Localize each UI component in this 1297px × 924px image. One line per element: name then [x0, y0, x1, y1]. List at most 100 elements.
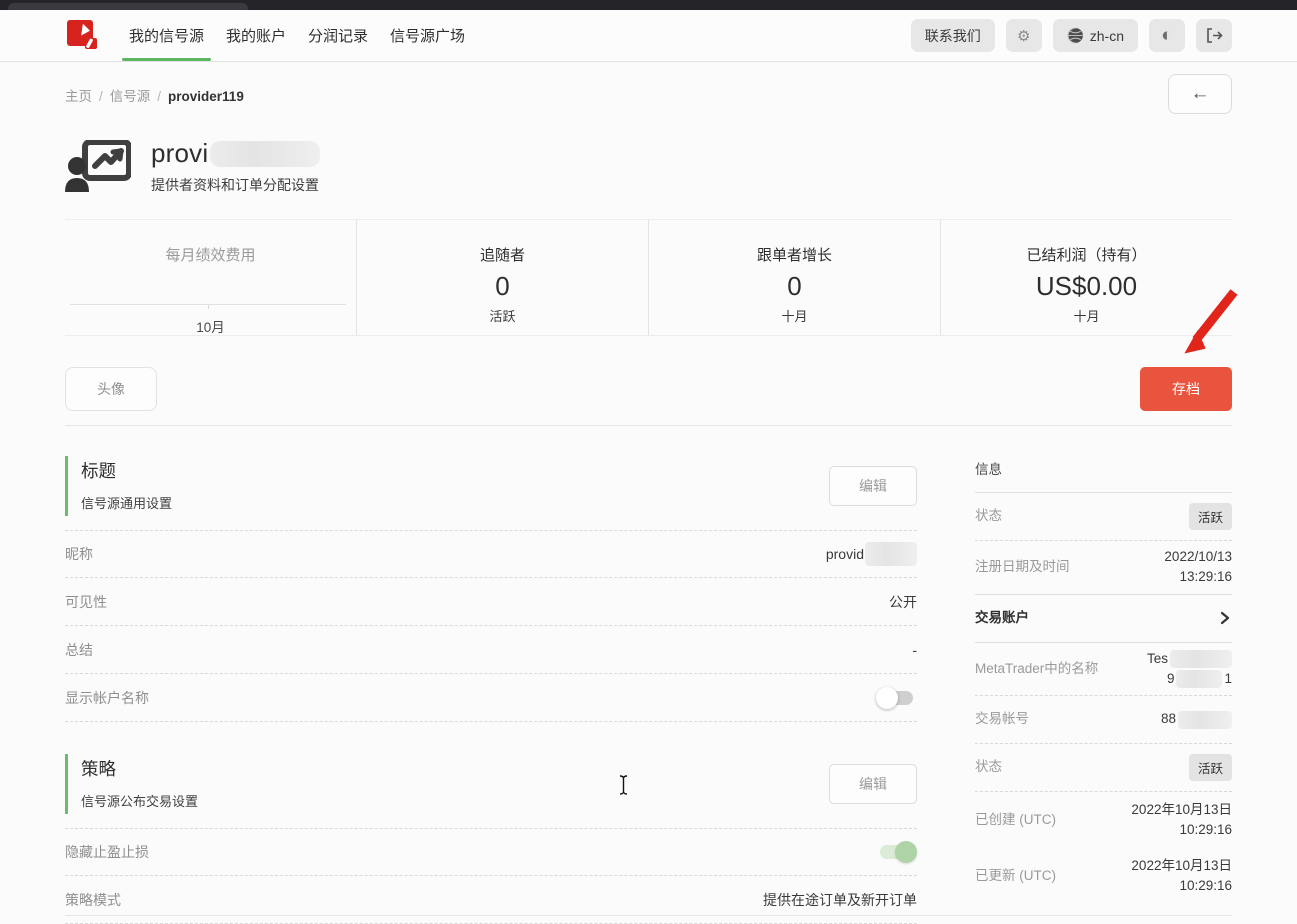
contrast-icon: ◐: [1161, 25, 1172, 47]
info-label: 已创建 (UTC): [975, 810, 1056, 830]
header-actions: 联系我们 ⚙ zh-cn ◐: [911, 19, 1232, 52]
section-title: 策略: [81, 756, 198, 781]
section-subtitle: 信号源公布交易设置: [81, 791, 198, 810]
archive-button[interactable]: 存档: [1140, 367, 1232, 411]
row-label: 可见性: [65, 592, 107, 612]
stat-caption: 活跃: [489, 306, 515, 325]
language-switch-button[interactable]: zh-cn: [1053, 19, 1138, 52]
nav-left: 我的信号源 我的账户 分润记录 信号源广场: [65, 10, 476, 61]
breadcrumb-signals[interactable]: 信号源: [110, 89, 151, 104]
stat-value: 0: [495, 271, 509, 302]
os-titlebar: [0, 0, 1297, 10]
created-date: 2022年10月13日: [1131, 800, 1232, 820]
breadcrumb-separator: /: [157, 89, 161, 104]
mt-name-line2-end: 1: [1224, 671, 1232, 686]
summary-value: -: [912, 642, 917, 658]
back-arrow-icon: ←: [1191, 83, 1210, 104]
info-label: MetaTrader中的名称: [975, 659, 1098, 679]
redaction-blur: [1170, 650, 1232, 668]
brand-logo-icon[interactable]: [65, 17, 102, 54]
info-row-status-2: 状态 活跃: [975, 744, 1232, 792]
stats-row: 每月绩效费用 10月 追随者 0 活跃 跟单者增长 0 十月 已结利润（持有） …: [65, 219, 1232, 336]
settings-gear-button[interactable]: ⚙: [1006, 19, 1042, 52]
row-hide-tpsl: 隐藏止盈止损: [65, 828, 917, 876]
theme-toggle-button[interactable]: ◐: [1149, 19, 1185, 52]
back-button[interactable]: ←: [1168, 74, 1232, 114]
stat-monthly-fee: 每月绩效费用 10月: [65, 220, 356, 335]
logout-icon: [1206, 28, 1223, 43]
info-panel: 信息 状态 活跃 注册日期及时间 2022/10/13 13:29:16 交易账…: [975, 446, 1232, 924]
contact-us-button[interactable]: 联系我们: [911, 19, 995, 52]
breadcrumb-row: 主页 / 信号源 / provider119 ←: [65, 62, 1232, 114]
stat-caption: 十月: [781, 306, 807, 325]
edit-title-button[interactable]: 编辑: [829, 466, 917, 506]
avatar-button[interactable]: 头像: [65, 367, 157, 411]
nav-item-my-signals[interactable]: 我的信号源: [118, 10, 215, 61]
registered-date: 2022/10/13: [1164, 547, 1232, 567]
stat-value: 0: [787, 271, 801, 302]
globe-icon: [1067, 27, 1084, 44]
stat-title: 每月绩效费用: [165, 244, 255, 265]
stat-follower-growth: 跟单者增长 0 十月: [648, 220, 940, 335]
page: 我的信号源 我的账户 分润记录 信号源广场 联系我们 ⚙ zh-cn ◐: [0, 0, 1297, 923]
provider-subtitle: 提供者资料和订单分配设置: [151, 175, 320, 195]
mini-chart-axis: [70, 304, 346, 305]
nav-item-my-account[interactable]: 我的账户: [215, 10, 297, 61]
hide-tpsl-toggle[interactable]: [876, 840, 917, 864]
stat-followers: 追随者 0 活跃: [356, 220, 648, 335]
row-label: 策略模式: [65, 890, 121, 910]
chevron-right-icon: [1218, 611, 1232, 625]
provider-title-block: provi 提供者资料和订单分配设置: [151, 138, 320, 195]
show-account-name-toggle[interactable]: [876, 686, 917, 710]
info-row-registered: 注册日期及时间 2022/10/13 13:29:16: [975, 541, 1232, 595]
row-nickname: 昵称 provid: [65, 530, 917, 578]
breadcrumb-home[interactable]: 主页: [65, 89, 92, 104]
breadcrumb-current: provider119: [168, 89, 244, 104]
redaction-blur: [1178, 711, 1232, 729]
divider: [65, 425, 1232, 426]
redaction-blur: [865, 542, 917, 566]
row-label: 隐藏止盈止损: [65, 842, 149, 862]
nav-menu: 我的信号源 我的账户 分润记录 信号源广场: [118, 10, 476, 61]
stat-settled-profit: 已结利润（持有） US$0.00 十月: [940, 220, 1232, 335]
browser-tab-shape: [8, 3, 248, 10]
section-strategy-header: 策略 信号源公布交易设置 编辑: [65, 744, 917, 828]
action-row: 头像 存档: [65, 367, 1232, 411]
detail-columns: 标题 信号源通用设置 编辑 昵称 provid 可见性 公开 总结 -: [65, 446, 1232, 924]
row-label: 显示帐户名称: [65, 688, 149, 708]
stat-value: US$0.00: [1036, 271, 1137, 302]
updated-time: 10:29:16: [1131, 876, 1232, 896]
provider-name: provi: [151, 138, 208, 169]
mt-name-value: Tes: [1147, 651, 1168, 666]
row-label: 总结: [65, 640, 93, 660]
status-badge: 活跃: [1189, 754, 1232, 781]
info-panel-title: 信息: [975, 452, 1232, 493]
section-title: 标题: [81, 458, 172, 483]
row-label: 昵称: [65, 544, 93, 564]
info-row-created: 已创建 (UTC) 2022年10月13日 10:29:16: [975, 792, 1232, 848]
logout-button[interactable]: [1196, 19, 1232, 52]
info-row-mt-name: MetaTrader中的名称 Tes 9 1: [975, 643, 1232, 697]
status-badge: 活跃: [1189, 503, 1232, 530]
trading-account-label: 交易账户: [975, 608, 1029, 628]
nickname-value: provid: [826, 546, 864, 562]
edit-strategy-button[interactable]: 编辑: [829, 764, 917, 804]
info-label: 注册日期及时间: [975, 557, 1070, 577]
gear-icon: ⚙: [1017, 27, 1030, 45]
row-show-account-name: 显示帐户名称: [65, 674, 917, 722]
info-row-updated: 已更新 (UTC) 2022年10月13日 10:29:16: [975, 848, 1232, 904]
info-row-account-number: 交易帐号 88: [975, 696, 1232, 744]
nav-item-signal-market[interactable]: 信号源广场: [379, 10, 476, 61]
created-time: 10:29:16: [1131, 820, 1232, 840]
updated-date: 2022年10月13日: [1131, 856, 1232, 876]
info-label: 状态: [975, 757, 1002, 777]
info-row-trading-account[interactable]: 交易账户: [975, 595, 1232, 643]
mt-name-line2: 9: [1167, 671, 1175, 686]
redaction-blur: [210, 141, 320, 167]
provider-header: provi 提供者资料和订单分配设置: [65, 138, 1232, 195]
stat-title: 跟单者增长: [757, 244, 832, 265]
breadcrumb-separator: /: [99, 89, 103, 104]
account-number-value: 88: [1161, 711, 1176, 726]
nav-item-profit-records[interactable]: 分润记录: [297, 10, 379, 61]
visibility-value: 公开: [889, 592, 917, 612]
